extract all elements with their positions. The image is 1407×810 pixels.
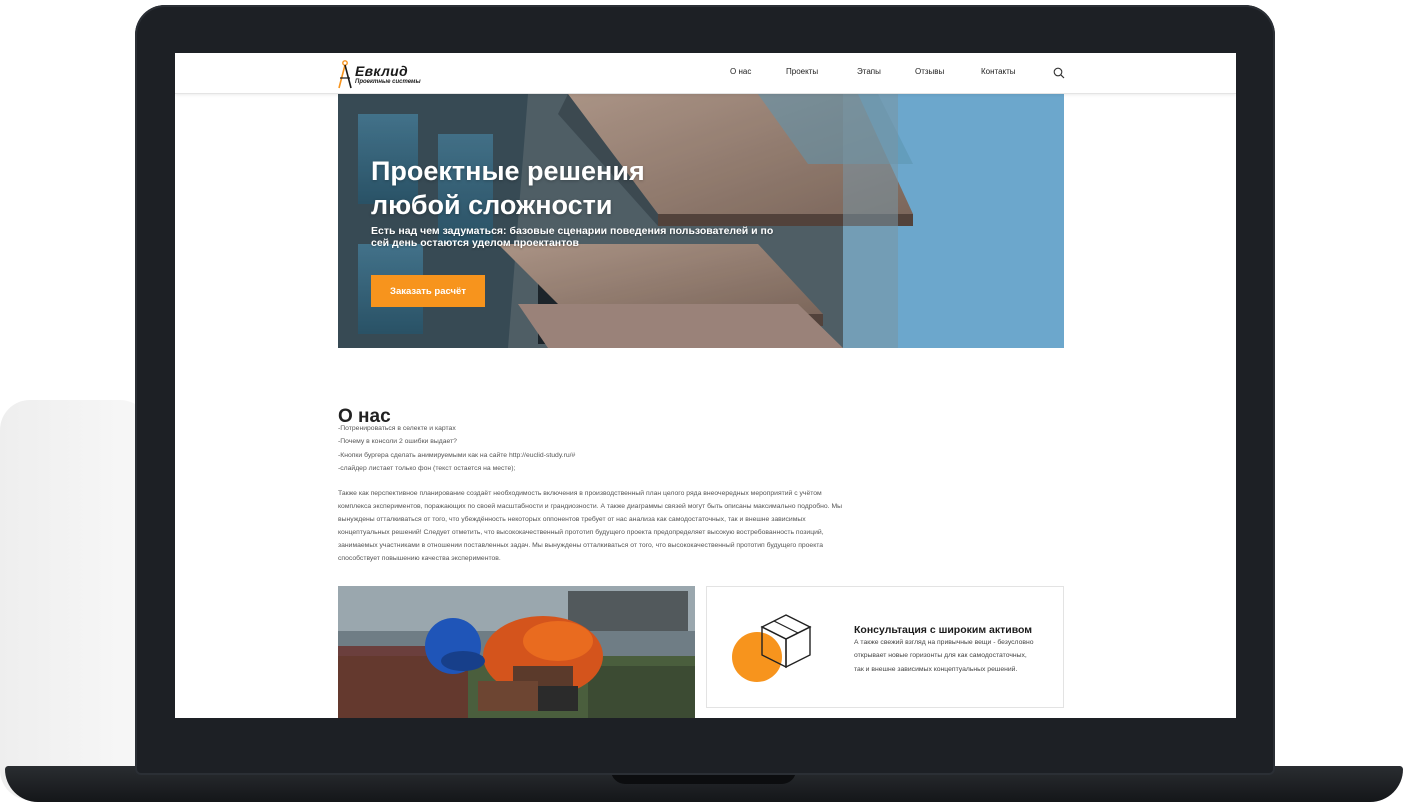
background-decoration [0,400,150,800]
about-paragraph: Также как перспективное планирование соз… [338,490,843,562]
nav-item-contacts[interactable]: Контакты [981,67,1016,76]
nav-item-projects[interactable]: Проекты [786,67,818,76]
card-title: Консультация с широким активом [854,623,1033,636]
hero-subtitle: Есть над чем задуматься: базовые сценари… [371,224,774,249]
nav-item-stages[interactable]: Этапы [857,67,881,76]
compass-icon [338,60,352,89]
box-icon [760,614,812,669]
about-notes-list: -Потренироваться в селекте и картах -Поч… [338,422,575,475]
hero-slider: Проектные решения любой сложности Есть н… [338,94,1064,348]
hero-title: Проектные решения любой сложности [371,154,731,222]
consultation-card: Консультация с широким активом А также с… [706,586,1064,708]
worker-photo [338,586,695,718]
slider-pagination [692,340,710,348]
hero-title-line1: Проектные решения [371,156,645,187]
order-calculation-button[interactable]: Заказать расчёт [371,275,485,307]
list-item: -Почему в консоли 2 ошибки выдает? [338,438,457,446]
nav-item-about[interactable]: О нас [730,67,751,76]
card-text: А также свежий взгляд на привычные вещи … [854,638,1034,673]
browser-screen: Евклид Проектные системы О нас Проекты Э… [175,53,1236,718]
logo-tagline: Проектные системы [355,79,421,85]
site-header: Евклид Проектные системы О нас Проекты Э… [175,53,1236,94]
list-item: -слайдер листает только фон (текст остае… [338,464,516,472]
nav-item-reviews[interactable]: Отзывы [915,67,944,76]
list-item: -Потренироваться в селекте и картах [338,425,456,432]
list-item: -Кнопки бургера сделать анимируемыми как… [338,451,576,459]
worker-image [338,586,695,718]
logo-name: Евклид [355,63,408,79]
hero-title-line2: любой сложности [371,190,613,221]
logo[interactable]: Евклид Проектные системы [337,58,437,90]
search-icon[interactable] [1053,67,1065,79]
